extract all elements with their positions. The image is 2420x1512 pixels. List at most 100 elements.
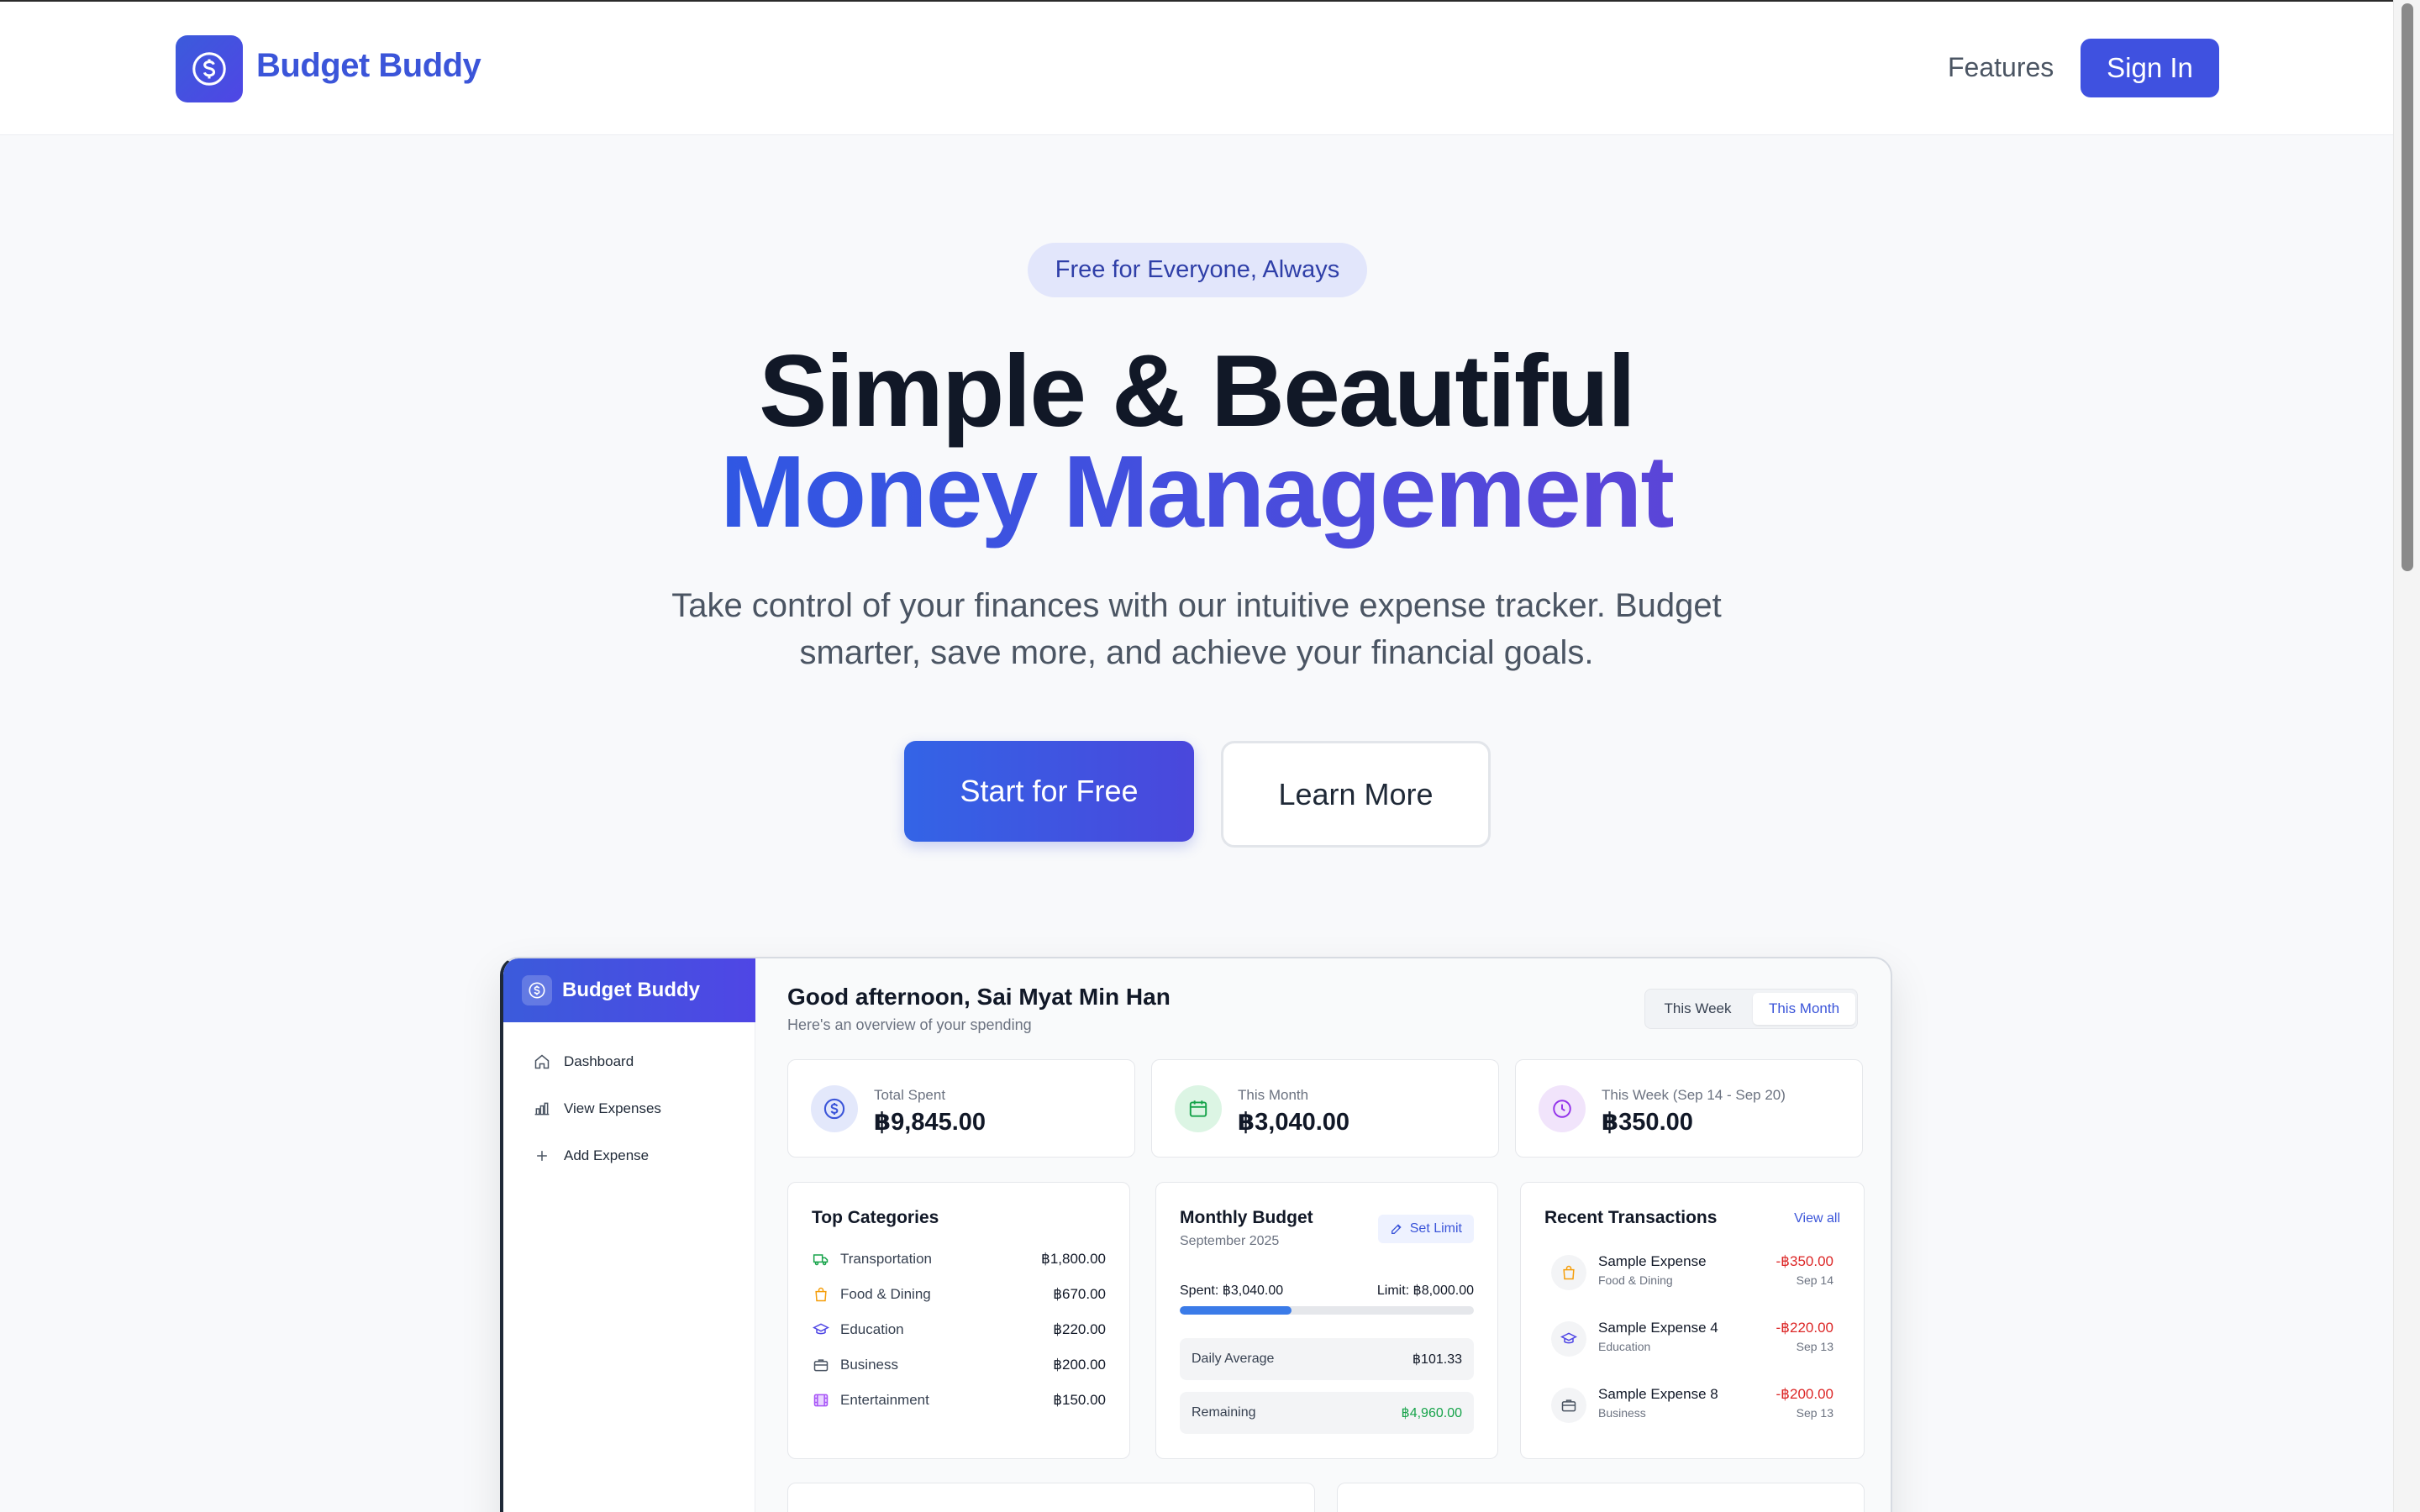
category-row[interactable]: Food & Dining ฿670.00 xyxy=(812,1283,1106,1306)
remaining-box: Remaining ฿4,960.00 xyxy=(1180,1392,1474,1434)
transaction-row[interactable]: Sample Expense Food & Dining -฿350.00 Se… xyxy=(1544,1250,1840,1297)
transaction-category: Business xyxy=(1598,1406,1646,1420)
bar-chart-icon xyxy=(532,1099,552,1119)
scrollbar-thumb[interactable] xyxy=(2402,3,2413,571)
lower-card-left xyxy=(787,1483,1315,1512)
graduation-cap-icon xyxy=(1551,1321,1586,1357)
category-name: Transportation xyxy=(840,1251,932,1267)
stat-card-this-month: This Month ฿3,040.00 xyxy=(1151,1059,1499,1158)
sign-in-button[interactable]: Sign In xyxy=(2081,39,2219,97)
category-row[interactable]: Education ฿220.00 xyxy=(812,1318,1106,1341)
sidebar-item-label: Dashboard xyxy=(564,1053,634,1069)
category-name: Food & Dining xyxy=(840,1286,931,1302)
recent-transactions-card: Recent Transactions View all Sample Expe… xyxy=(1520,1182,1865,1459)
transaction-date: Sep 13 xyxy=(1796,1340,1833,1353)
stat-value: ฿3,040.00 xyxy=(1238,1109,1350,1136)
category-amount: ฿220.00 xyxy=(1053,1321,1106,1337)
briefcase-icon xyxy=(812,1356,830,1374)
transaction-category: Education xyxy=(1598,1340,1651,1353)
sidebar-item-label: View Expenses xyxy=(564,1100,661,1116)
hero-title-line1: Simple & Beautiful xyxy=(759,333,1636,448)
stat-value: ฿350.00 xyxy=(1602,1109,1693,1136)
preview-logo xyxy=(522,975,552,1005)
learn-more-button[interactable]: Learn More xyxy=(1221,741,1491,848)
nav-link-features[interactable]: Features xyxy=(1948,52,2054,83)
category-name: Business xyxy=(840,1357,898,1373)
dashboard-preview: Budget Buddy Dashboard View Expenses Add… xyxy=(500,957,1892,1512)
top-navbar: Budget Buddy Features Sign In xyxy=(0,0,2420,135)
top-categories-card: Top Categories Transportation ฿1,800.00 … xyxy=(787,1182,1130,1459)
film-icon xyxy=(812,1391,830,1410)
category-amount: ฿670.00 xyxy=(1053,1286,1106,1302)
sidebar-item-add-expense[interactable]: Add Expense xyxy=(532,1143,649,1168)
budget-limit: Limit: ฿8,000.00 xyxy=(1376,1284,1474,1298)
budget-period: September 2025 xyxy=(1180,1234,1280,1248)
stat-label: Total Spent xyxy=(874,1087,946,1103)
budget-progress-fill xyxy=(1180,1306,1292,1315)
budget-spent-limit: Spent: ฿3,040.00 Limit: ฿8,000.00 xyxy=(1180,1282,1474,1299)
set-limit-label: Set Limit xyxy=(1409,1221,1462,1236)
transaction-name: Sample Expense xyxy=(1598,1253,1707,1269)
start-for-free-button[interactable]: Start for Free xyxy=(904,741,1194,842)
transaction-amount: -฿350.00 xyxy=(1776,1253,1833,1269)
daily-average-label: Daily Average xyxy=(1192,1352,1275,1366)
clock-icon xyxy=(1539,1085,1586,1132)
shopping-bag-icon xyxy=(1551,1255,1586,1290)
category-row[interactable]: Business ฿200.00 xyxy=(812,1353,1106,1377)
category-amount: ฿150.00 xyxy=(1053,1392,1106,1408)
hero-subtitle-line1: Take control of your finances with our i… xyxy=(671,587,1722,624)
daily-average-value: ฿101.33 xyxy=(1412,1352,1462,1367)
transaction-amount: -฿200.00 xyxy=(1776,1386,1833,1402)
hero-title-line2: Money Management xyxy=(0,437,2393,546)
stat-card-this-week: This Week (Sep 14 - Sep 20) ฿350.00 xyxy=(1515,1059,1863,1158)
card-title: Top Categories xyxy=(812,1208,939,1227)
card-title: Recent Transactions xyxy=(1544,1208,1718,1227)
hero-subtitle: Take control of your finances with our i… xyxy=(0,582,2393,676)
category-amount: ฿200.00 xyxy=(1053,1357,1106,1373)
tab-this-month[interactable]: This Month xyxy=(1753,993,1855,1025)
budget-spent: Spent: ฿3,040.00 xyxy=(1180,1284,1284,1298)
budget-progress-bar xyxy=(1180,1306,1474,1315)
preview-brand: Budget Buddy xyxy=(562,979,700,1001)
home-icon xyxy=(532,1052,552,1072)
tab-this-week[interactable]: This Week xyxy=(1645,990,1750,1028)
category-row[interactable]: Entertainment ฿150.00 xyxy=(812,1389,1106,1412)
stat-label: This Week (Sep 14 - Sep 20) xyxy=(1602,1087,1786,1103)
sidebar-item-view-expenses[interactable]: View Expenses xyxy=(532,1096,661,1121)
hero-title-highlight: Money Management xyxy=(720,434,1675,549)
view-all-link[interactable]: View all xyxy=(1794,1211,1840,1226)
hero-badge: Free for Everyone, Always xyxy=(1028,243,1367,297)
monthly-budget-card: Monthly Budget September 2025 Set Limit … xyxy=(1155,1182,1498,1459)
transaction-row[interactable]: Sample Expense 8 Business -฿200.00 Sep 1… xyxy=(1544,1383,1840,1430)
remaining-label: Remaining xyxy=(1192,1405,1256,1420)
stat-label: This Month xyxy=(1238,1087,1309,1103)
set-limit-button[interactable]: Set Limit xyxy=(1377,1215,1474,1243)
stat-value: ฿9,845.00 xyxy=(874,1109,986,1136)
transaction-date: Sep 14 xyxy=(1796,1273,1833,1287)
category-row[interactable]: Transportation ฿1,800.00 xyxy=(812,1247,1106,1271)
page-scrollbar[interactable] xyxy=(2393,0,2420,1512)
hero-subtitle-line2: smarter, save more, and achieve your fin… xyxy=(799,634,1594,671)
preview-main: Good afternoon, Sai Myat Min Han Here's … xyxy=(755,958,1891,1512)
calendar-icon xyxy=(1175,1085,1222,1132)
category-name: Education xyxy=(840,1321,904,1337)
transaction-amount: -฿220.00 xyxy=(1776,1320,1833,1336)
preview-sidebar-header: Budget Buddy xyxy=(503,958,755,1022)
dollar-circle-icon xyxy=(192,52,226,86)
transaction-date: Sep 13 xyxy=(1796,1406,1833,1420)
sidebar-item-label: Add Expense xyxy=(564,1147,650,1163)
logo-badge[interactable] xyxy=(176,35,243,102)
shopping-bag-icon xyxy=(812,1285,830,1304)
period-toggle: This Week This Month xyxy=(1644,989,1858,1029)
transaction-name: Sample Expense 8 xyxy=(1598,1386,1718,1402)
plus-icon xyxy=(532,1146,552,1166)
briefcase-icon xyxy=(1551,1388,1586,1423)
truck-icon xyxy=(812,1250,830,1268)
brand-name[interactable]: Budget Buddy xyxy=(256,47,481,85)
remaining-value: ฿4,960.00 xyxy=(1401,1406,1462,1420)
category-name: Entertainment xyxy=(840,1392,929,1408)
sidebar-item-dashboard[interactable]: Dashboard xyxy=(532,1049,634,1074)
transaction-row[interactable]: Sample Expense 4 Education -฿220.00 Sep … xyxy=(1544,1316,1840,1363)
greeting-title: Good afternoon, Sai Myat Min Han xyxy=(787,984,1171,1010)
transaction-category: Food & Dining xyxy=(1598,1273,1673,1287)
